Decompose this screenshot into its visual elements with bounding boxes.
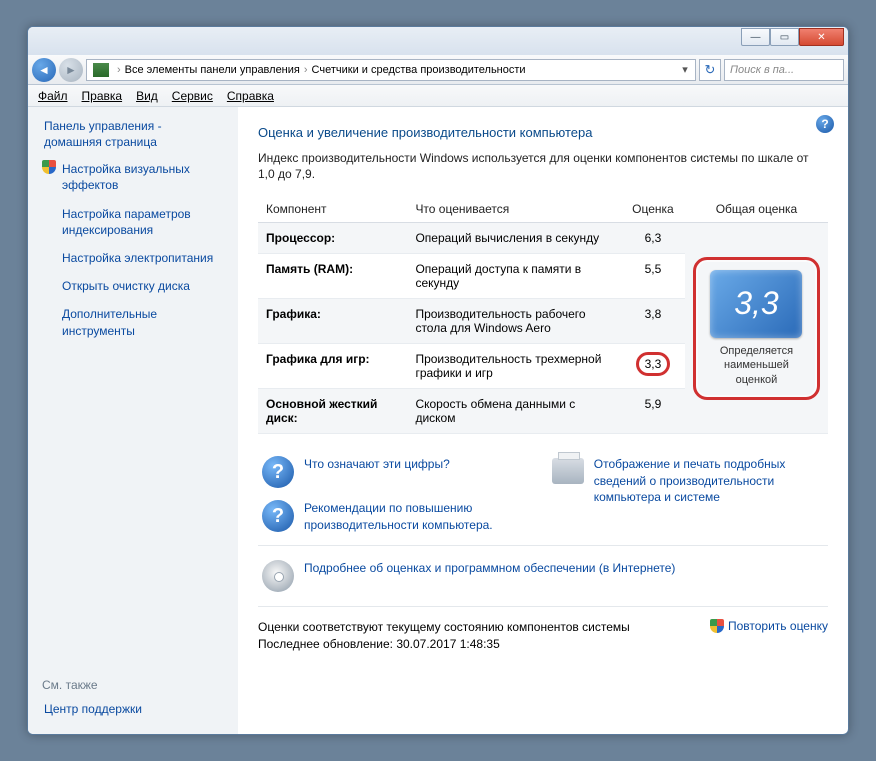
maximize-button[interactable]: ▭: [770, 28, 799, 46]
back-button[interactable]: ◄: [32, 58, 56, 82]
overall-score-cell: 3,3 Определяется наименьшей оценкой: [685, 223, 828, 434]
breadcrumb[interactable]: › Все элементы панели управления › Счетч…: [86, 59, 696, 81]
cell-component: Память (RAM):: [258, 254, 407, 299]
disc-icon: [262, 560, 294, 592]
breadcrumb-sep: ›: [113, 64, 125, 76]
sidebar-disk-cleanup[interactable]: Открыть очистку диска: [60, 275, 190, 297]
help-icon[interactable]: ?: [816, 115, 834, 133]
cell-component: Графика:: [258, 299, 407, 344]
cell-component: Процессор:: [258, 223, 407, 254]
score-table: Компонент Что оценивается Оценка Общая о…: [258, 196, 828, 434]
menubar: Файл Правка Вид Сервис Справка: [28, 85, 848, 107]
table-row: Процессор: Операций вычисления в секунду…: [258, 223, 828, 254]
col-what: Что оценивается: [407, 196, 620, 223]
forward-button[interactable]: ►: [59, 58, 83, 82]
cell-score: 5,5: [621, 254, 685, 299]
sidebar-visual-effects[interactable]: Настройка визуальных эффектов: [60, 158, 226, 196]
menu-help[interactable]: Справка: [227, 89, 274, 103]
print-details-link[interactable]: Отображение и печать подробных сведений …: [594, 456, 824, 532]
control-panel-home-link[interactable]: Панель управления -домашняя страница: [42, 117, 226, 152]
highlight-overall: 3,3 Определяется наименьшей оценкой: [693, 257, 820, 400]
tips-link[interactable]: Рекомендации по повышению производительн…: [304, 500, 532, 532]
menu-file[interactable]: Файл: [38, 89, 68, 103]
status-row: Оценки соответствуют текущему состоянию …: [258, 619, 828, 654]
window-controls: — ▭ ✕: [741, 28, 844, 46]
body: Панель управления -домашняя страница Нас…: [28, 107, 848, 734]
sidebar: Панель управления -домашняя страница Нас…: [28, 107, 238, 734]
menu-edit[interactable]: Правка: [82, 89, 123, 103]
see-also-label: См. также: [42, 678, 142, 692]
highlight-lowest-score: 3,3: [636, 352, 671, 376]
cell-what: Операций вычисления в секунду: [407, 223, 620, 254]
minimize-button[interactable]: —: [741, 28, 770, 46]
question-icon: ?: [262, 500, 294, 532]
page-description: Индекс производительности Windows исполь…: [258, 150, 828, 182]
status-text: Оценки соответствуют текущему состоянию …: [258, 619, 630, 654]
what-do-numbers-mean-link[interactable]: Что означают эти цифры?: [304, 456, 450, 488]
overall-score-badge: 3,3: [710, 270, 802, 338]
more-row: Подробнее об оценках и программном обесп…: [258, 546, 828, 607]
sidebar-power[interactable]: Настройка электропитания: [60, 247, 213, 269]
cell-score: 3,3: [621, 344, 685, 389]
search-input[interactable]: Поиск в па...: [724, 59, 844, 81]
page-title: Оценка и увеличение производительности к…: [258, 125, 828, 140]
learn-more-link[interactable]: Подробнее об оценках и программном обесп…: [304, 560, 675, 592]
col-component: Компонент: [258, 196, 407, 223]
col-overall: Общая оценка: [685, 196, 828, 223]
control-panel-window: — ▭ ✕ ◄ ► › Все элементы панели управлен…: [27, 26, 849, 735]
breadcrumb-dropdown-icon[interactable]: ▾: [677, 63, 693, 76]
breadcrumb-item[interactable]: Счетчики и средства производительности: [312, 64, 526, 76]
cell-score: 6,3: [621, 223, 685, 254]
cell-what: Скорость обмена данными с диском: [407, 389, 620, 434]
see-also: См. также Центр поддержки: [42, 678, 142, 720]
shield-icon: [42, 160, 56, 174]
cell-component: Основной жесткий диск:: [258, 389, 407, 434]
menu-view[interactable]: Вид: [136, 89, 158, 103]
menu-tools[interactable]: Сервис: [172, 89, 213, 103]
cell-component: Графика для игр:: [258, 344, 407, 389]
close-button[interactable]: ✕: [799, 28, 844, 46]
sidebar-indexing[interactable]: Настройка параметров индексирования: [60, 203, 226, 241]
content: ? Оценка и увеличение производительности…: [238, 107, 848, 734]
cell-score: 5,9: [621, 389, 685, 434]
refresh-button[interactable]: ↻: [699, 59, 721, 81]
cell-score: 3,8: [621, 299, 685, 344]
cell-what: Производительность рабочего стола для Wi…: [407, 299, 620, 344]
titlebar[interactable]: — ▭ ✕: [28, 27, 848, 55]
rerun-assessment-link[interactable]: Повторить оценку: [710, 619, 828, 633]
cell-what: Операций доступа к памяти в секунду: [407, 254, 620, 299]
shield-icon: [710, 619, 724, 633]
col-score: Оценка: [621, 196, 685, 223]
sidebar-additional-tools[interactable]: Дополнительные инструменты: [60, 303, 226, 341]
breadcrumb-sep: ›: [300, 64, 312, 76]
control-panel-icon: [93, 63, 109, 77]
printer-icon: [552, 458, 584, 484]
cell-what: Производительность трехмерной графики и …: [407, 344, 620, 389]
overall-score-label: Определяется наименьшей оценкой: [706, 344, 807, 387]
navbar: ◄ ► › Все элементы панели управления › С…: [28, 55, 848, 85]
question-icon: ?: [262, 456, 294, 488]
breadcrumb-item[interactable]: Все элементы панели управления: [125, 64, 300, 76]
links-row: ? Что означают эти цифры? ? Рекомендации…: [258, 448, 828, 545]
action-center-link[interactable]: Центр поддержки: [42, 698, 142, 720]
